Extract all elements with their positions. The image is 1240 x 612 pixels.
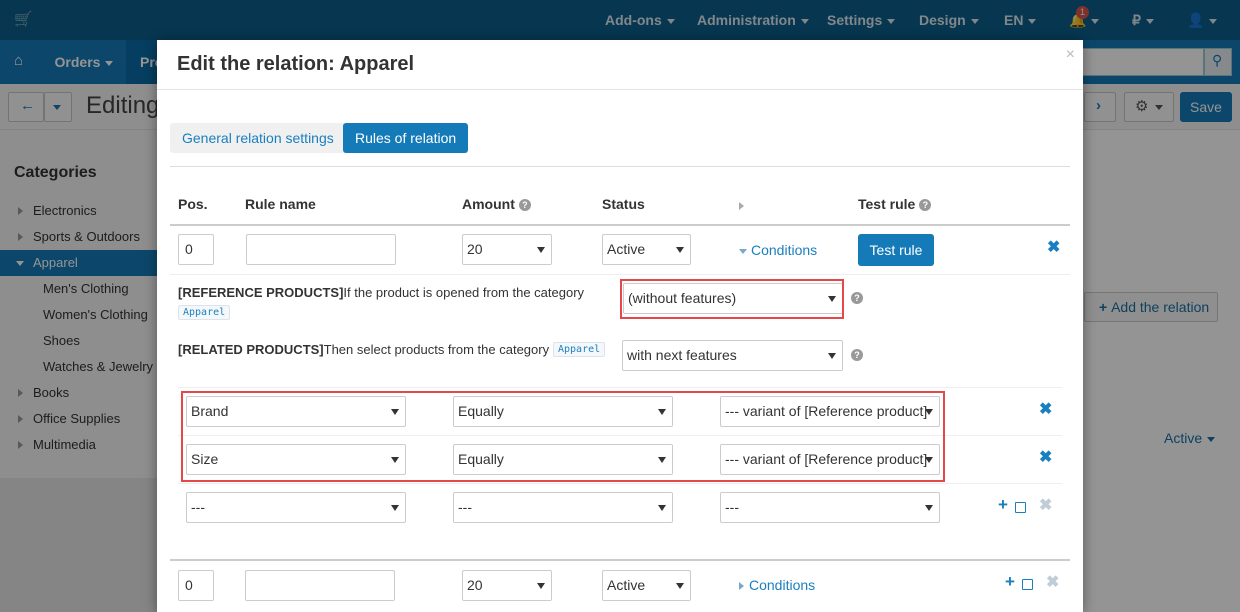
chevron-down-icon — [739, 248, 747, 254]
clone-icon[interactable] — [1022, 579, 1033, 590]
add-feature-icon[interactable]: + — [998, 495, 1008, 515]
header-test-rule-label: Test rule — [858, 196, 916, 212]
header-rule-name: Rule name — [245, 196, 316, 212]
delete-feature-icon[interactable]: ✖ — [1039, 495, 1052, 515]
chevron-down-icon — [676, 247, 684, 253]
feature-select[interactable]: --- — [186, 492, 406, 523]
related-description: Then select products from the category — [323, 342, 550, 357]
status-value: Active — [607, 241, 646, 257]
delete-feature-icon[interactable]: ✖ — [1039, 399, 1052, 419]
operator-select[interactable]: --- — [453, 492, 673, 523]
related-label: [RELATED PRODUCTS] — [178, 342, 324, 357]
chevron-down-icon — [537, 247, 545, 253]
clone-icon[interactable] — [1015, 502, 1026, 513]
delete-feature-icon[interactable]: ✖ — [1039, 447, 1052, 467]
add-rule-icon[interactable]: + — [1005, 572, 1015, 592]
conditions-label: Conditions — [749, 577, 816, 593]
divider — [170, 274, 1070, 275]
divider — [170, 559, 1070, 561]
conditions-toggle[interactable]: Conditions — [739, 577, 815, 593]
rule-name-input[interactable] — [246, 234, 396, 265]
chevron-down-icon — [925, 505, 933, 511]
header-status: Status — [602, 196, 645, 212]
conditions-label: Conditions — [751, 242, 818, 258]
header-test-rule: Test rule? — [858, 196, 932, 212]
variant-value: --- — [725, 499, 739, 515]
chevron-right-icon — [739, 582, 744, 590]
amount-select[interactable]: 20 — [462, 570, 552, 601]
conditions-toggle[interactable]: Conditions — [739, 242, 817, 258]
chevron-down-icon — [537, 583, 545, 589]
divider — [170, 166, 1070, 167]
status-select[interactable]: Active — [602, 234, 691, 265]
help-icon[interactable]: ? — [518, 199, 531, 212]
chevron-down-icon — [658, 505, 666, 511]
divider — [178, 483, 1062, 484]
reference-category-tag: Apparel — [178, 305, 231, 320]
rule-position-input[interactable]: 0 — [178, 570, 214, 601]
help-icon[interactable]: ? — [851, 292, 863, 304]
divider — [178, 387, 1062, 388]
related-category-tag: Apparel — [553, 342, 606, 357]
operator-value: --- — [458, 499, 472, 515]
highlight-box — [181, 391, 945, 482]
help-icon[interactable]: ? — [919, 199, 932, 212]
delete-rule-icon[interactable]: ✖ — [1046, 572, 1059, 592]
related-select-value: with next features — [627, 347, 737, 363]
close-icon[interactable]: × — [1066, 46, 1075, 64]
reference-products-text: [REFERENCE PRODUCTS]If the product is op… — [178, 285, 584, 300]
reference-label: [REFERENCE PRODUCTS] — [178, 285, 344, 300]
tab-rules-of-relation[interactable]: Rules of relation — [343, 123, 469, 153]
status-value: Active — [607, 577, 646, 593]
related-features-select[interactable]: with next features — [622, 340, 843, 371]
header-amount-label: Amount — [462, 196, 515, 212]
status-select[interactable]: Active — [602, 570, 691, 601]
amount-select[interactable]: 20 — [462, 234, 552, 265]
feature-value: --- — [191, 499, 205, 515]
amount-value: 20 — [467, 577, 483, 593]
header-divider — [170, 224, 1070, 226]
related-products-text: [RELATED PRODUCTS]Then select products f… — [178, 342, 549, 357]
test-rule-button[interactable]: Test rule — [858, 234, 934, 266]
variant-select[interactable]: --- — [720, 492, 940, 523]
amount-value: 20 — [467, 241, 483, 257]
header-amount: Amount? — [462, 196, 531, 212]
modal-header: Edit the relation: Apparel × — [157, 40, 1083, 90]
chevron-down-icon — [676, 583, 684, 589]
tab-general-settings[interactable]: General relation settings — [170, 123, 346, 153]
modal-title: Edit the relation: Apparel — [177, 53, 415, 75]
edit-relation-modal: Edit the relation: Apparel × General rel… — [157, 40, 1083, 612]
header-pos: Pos. — [178, 196, 208, 212]
delete-rule-icon[interactable]: ✖ — [1047, 237, 1060, 257]
rule-position-input[interactable]: 0 — [178, 234, 214, 265]
chevron-down-icon — [828, 353, 836, 359]
chevron-down-icon — [391, 505, 399, 511]
chevron-right-icon[interactable] — [739, 202, 744, 210]
reference-description: If the product is opened from the catego… — [343, 285, 585, 300]
help-icon[interactable]: ? — [851, 349, 863, 361]
rule-name-input[interactable] — [245, 570, 395, 601]
highlight-box — [620, 279, 844, 319]
